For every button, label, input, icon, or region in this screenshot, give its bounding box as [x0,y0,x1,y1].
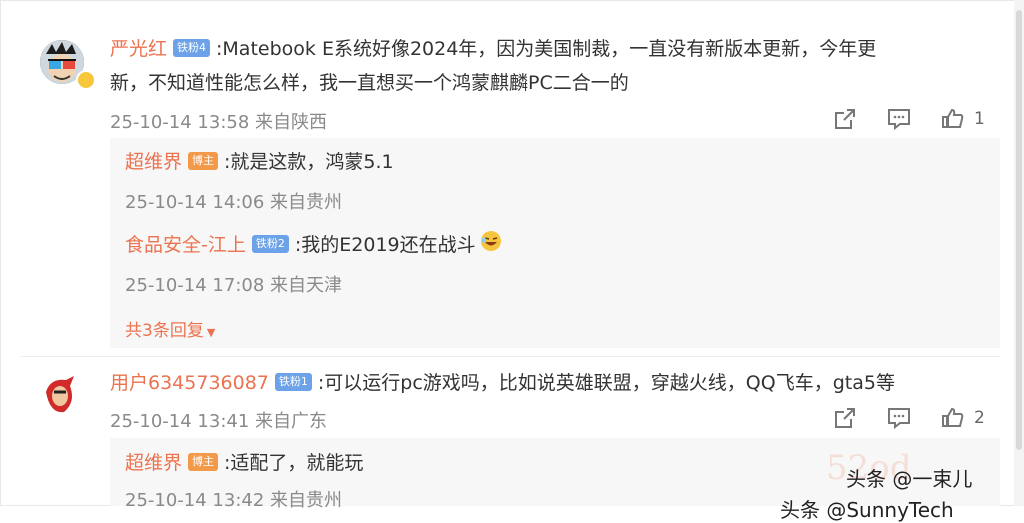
scrollbar-thumb[interactable] [1016,10,1022,450]
comment-body: 严光红 铁粉4 :Matebook E系统好像2024年，因为美国制裁，一直没有新版… [110,32,990,100]
reply-username[interactable]: 食品安全-江上 [125,234,246,256]
avatar-superhero-icon [40,372,84,416]
more-replies-label: 共3条回复 [125,321,204,341]
avatar[interactable] [40,372,84,416]
comment-actions: 2 [810,405,985,431]
comment-text: :可以运行pc游戏吗，比如说英雄联盟，穿越火线，QQ飞车，gta5等 [317,372,895,394]
comment-text-line2: 新，不知道性能怎么样，我一直想买一个鸿蒙麒麟PC二合一的 [110,72,629,94]
more-replies-link[interactable]: 共3条回复 ▼ [125,316,215,341]
comment-icon[interactable] [886,405,912,431]
watermark-line2: 头条 @SunnyTech [780,498,954,522]
reply-username[interactable]: 超维界 [125,452,182,474]
comment-actions: 1 [810,106,985,132]
reply-text: :就是这款，鸿蒙5.1 [224,151,394,173]
author-badge: 博主 [188,452,219,471]
author-badge: 博主 [188,151,219,170]
share-icon[interactable] [832,106,858,132]
scrollbar[interactable] [1014,0,1024,506]
reply-body: 超维界 博主 :就是这款，鸿蒙5.1 [125,145,394,179]
fan-badge: 铁粉1 [274,372,312,391]
comment-icon[interactable] [886,106,912,132]
like-icon[interactable] [940,405,966,431]
reply-timestamp: 25-10-14 17:08 来自天津 [125,275,343,296]
fan-badge: 铁粉2 [251,234,289,253]
caret-down-icon: ▼ [206,326,216,339]
reply-body: 超维界 博主 :适配了，就能玩 [125,446,363,480]
comment-username[interactable]: 用户6345736087 [110,372,269,394]
reply-username[interactable]: 超维界 [125,151,182,173]
divider [20,356,1000,357]
verified-badge-icon [76,70,96,90]
like-count: 1 [974,109,985,129]
reply-text: :我的E2019还在战斗 [294,234,476,256]
reply-timestamp: 25-10-14 14:06 来自贵州 [125,192,343,213]
like-count: 2 [974,408,985,428]
comment-timestamp: 25-10-14 13:58 来自陕西 [110,112,328,133]
reply-timestamp: 25-10-14 13:42 来自贵州 [125,490,343,511]
watermark-line1: 头条 @一束儿 [846,467,973,491]
reply-text: :适配了，就能玩 [224,452,364,474]
reply-body: 食品安全-江上 铁粉2 :我的E2019还在战斗 [125,228,502,263]
comment-username[interactable]: 严光红 [110,38,167,60]
fan-badge: 铁粉4 [173,38,211,57]
like-icon[interactable] [940,106,966,132]
comment-timestamp: 25-10-14 13:41 来自广东 [110,411,328,432]
comment-body: 用户6345736087 铁粉1 :可以运行pc游戏吗，比如说英雄联盟，穿越火线，Q… [110,366,990,400]
share-icon[interactable] [832,405,858,431]
comment-text-line1: :Matebook E系统好像2024年，因为美国制裁，一直没有新版本更新，今年… [216,38,877,60]
laugh-emoji-icon [480,229,502,263]
